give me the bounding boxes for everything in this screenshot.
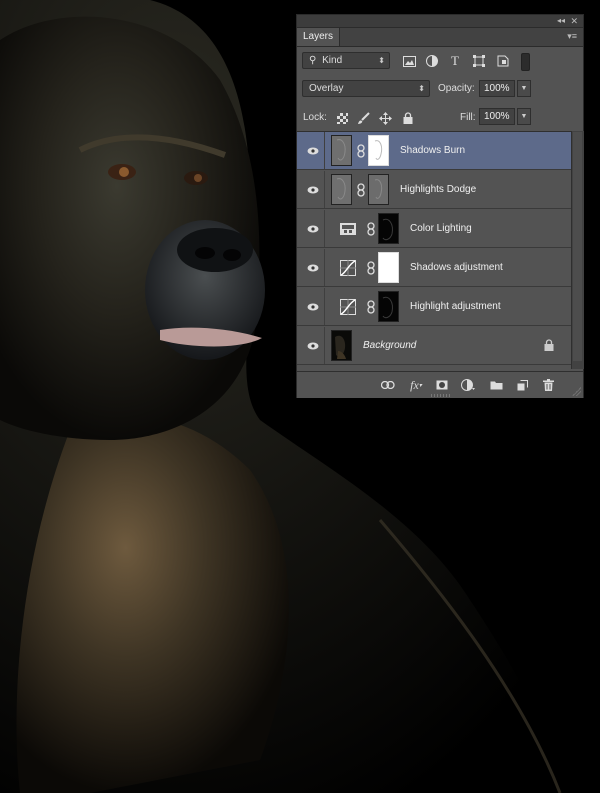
smart-object-filter-icon[interactable] bbox=[495, 54, 511, 68]
curves-adjustment-icon[interactable] bbox=[340, 299, 356, 315]
adjustment-layer-filter-icon[interactable] bbox=[424, 54, 440, 68]
type-layer-filter-icon[interactable]: T bbox=[447, 53, 463, 68]
add-layer-mask-icon[interactable] bbox=[435, 378, 449, 392]
layer-thumbnail[interactable] bbox=[331, 135, 352, 166]
lock-transparent-pixels-icon[interactable] bbox=[335, 111, 349, 125]
opacity-dropdown-arrow[interactable]: ▼ bbox=[517, 80, 531, 97]
row-divider bbox=[324, 210, 325, 247]
lock-label: Lock: bbox=[303, 112, 327, 123]
fx-layer-style-icon[interactable]: fx ▾ bbox=[407, 378, 425, 392]
chain-link-icon[interactable] bbox=[367, 222, 375, 236]
filter-toggle-switch[interactable] bbox=[521, 53, 530, 71]
layer-row[interactable]: Color Lighting bbox=[297, 210, 571, 248]
lock-all-icon[interactable] bbox=[401, 111, 415, 125]
chain-link-icon[interactable] bbox=[367, 300, 375, 314]
lock-position-move-icon[interactable] bbox=[378, 111, 392, 125]
tab-layers[interactable]: Layers bbox=[297, 28, 340, 46]
layer-name[interactable]: Highlights Dodge bbox=[400, 171, 476, 208]
row-divider bbox=[324, 132, 325, 169]
search-icon: ⚲ bbox=[309, 55, 317, 66]
layer-name[interactable]: Highlight adjustment bbox=[410, 288, 501, 325]
scrollbar-thumb[interactable] bbox=[573, 132, 582, 361]
layer-mask-thumbnail[interactable] bbox=[368, 174, 389, 205]
visibility-eye-icon[interactable] bbox=[305, 183, 321, 197]
layer-row[interactable]: Shadows adjustment bbox=[297, 249, 571, 287]
visibility-eye-icon[interactable] bbox=[305, 144, 321, 158]
updown-arrow-icon: ⬍ bbox=[378, 56, 385, 65]
panel-resize-grip[interactable] bbox=[431, 394, 451, 397]
curves-adjustment-icon[interactable] bbox=[340, 260, 356, 276]
opacity-input[interactable]: 100% bbox=[479, 80, 515, 97]
lock-image-pixels-brush-icon[interactable] bbox=[356, 111, 370, 125]
panel-menu-icon[interactable]: ▾≡ bbox=[567, 31, 577, 42]
close-panel-icon[interactable]: ✕ bbox=[570, 15, 578, 27]
visibility-eye-icon[interactable] bbox=[305, 300, 321, 314]
delete-layer-trash-icon[interactable] bbox=[541, 378, 555, 392]
row-divider bbox=[324, 288, 325, 325]
layer-row[interactable]: Highlights Dodge bbox=[297, 171, 571, 209]
chain-link-icon[interactable] bbox=[367, 261, 375, 275]
chain-link-icon[interactable] bbox=[357, 144, 365, 158]
visibility-eye-icon[interactable] bbox=[305, 339, 321, 353]
fill-dropdown-arrow[interactable]: ▼ bbox=[517, 108, 531, 125]
layer-mask-thumbnail[interactable] bbox=[378, 291, 399, 322]
layer-row[interactable]: Highlight adjustment bbox=[297, 288, 571, 326]
shape-layer-filter-icon[interactable] bbox=[471, 54, 487, 68]
panel-tab-row: Layers ▾≡ bbox=[297, 28, 583, 47]
opacity-label: Opacity: bbox=[438, 83, 475, 94]
chain-link-icon[interactable] bbox=[357, 183, 365, 197]
filter-kind-dropdown[interactable]: ⚲ Kind ⬍ bbox=[302, 52, 390, 69]
layer-name[interactable]: Shadows adjustment bbox=[410, 249, 503, 286]
layer-row[interactable]: Shadows Burn bbox=[297, 132, 571, 170]
layer-thumbnail[interactable] bbox=[331, 330, 352, 361]
pixel-layer-filter-icon[interactable] bbox=[401, 54, 417, 68]
row-divider bbox=[324, 249, 325, 286]
visibility-eye-icon[interactable] bbox=[305, 222, 321, 236]
layer-row[interactable]: Background bbox=[297, 327, 571, 365]
new-layer-icon[interactable] bbox=[515, 378, 529, 392]
layers-panel: ◂◂ ✕ Layers ▾≡ ⚲ Kind ⬍ T Overlay ⬍ Opac… bbox=[296, 14, 584, 398]
blend-mode-value: Overlay bbox=[309, 83, 344, 94]
panel-titlebar: ◂◂ ✕ bbox=[297, 15, 583, 28]
layer-mask-thumbnail[interactable] bbox=[378, 213, 399, 244]
layer-thumbnail[interactable] bbox=[331, 174, 352, 205]
row-divider bbox=[324, 171, 325, 208]
new-group-folder-icon[interactable] bbox=[489, 378, 503, 392]
updown-arrow-icon: ⬍ bbox=[418, 84, 425, 93]
gradient-map-adjustment-icon[interactable] bbox=[340, 221, 356, 237]
blend-mode-dropdown[interactable]: Overlay ⬍ bbox=[302, 80, 430, 97]
fill-label: Fill: bbox=[460, 112, 476, 123]
layer-name[interactable]: Color Lighting bbox=[410, 210, 472, 247]
layer-name[interactable]: Shadows Burn bbox=[400, 132, 465, 169]
visibility-eye-icon[interactable] bbox=[305, 261, 321, 275]
panel-resize-corner[interactable] bbox=[572, 387, 581, 396]
collapse-panel-icon[interactable]: ◂◂ bbox=[557, 15, 565, 27]
new-adjustment-layer-icon[interactable] bbox=[461, 378, 475, 392]
layer-name[interactable]: Background bbox=[363, 327, 416, 364]
link-layers-icon[interactable] bbox=[381, 378, 395, 392]
layer-list-scrollbar[interactable] bbox=[571, 131, 584, 369]
fill-input[interactable]: 100% bbox=[479, 108, 515, 125]
panel-footer: fx ▾ bbox=[297, 371, 583, 398]
filter-kind-label: Kind bbox=[322, 55, 343, 66]
layer-list: Shadows Burn Highlights Dodge Color Ligh… bbox=[297, 131, 571, 370]
layer-locked-icon bbox=[544, 339, 554, 351]
row-divider bbox=[324, 327, 325, 364]
layer-mask-thumbnail[interactable] bbox=[378, 252, 399, 283]
layer-mask-thumbnail[interactable] bbox=[368, 135, 389, 166]
